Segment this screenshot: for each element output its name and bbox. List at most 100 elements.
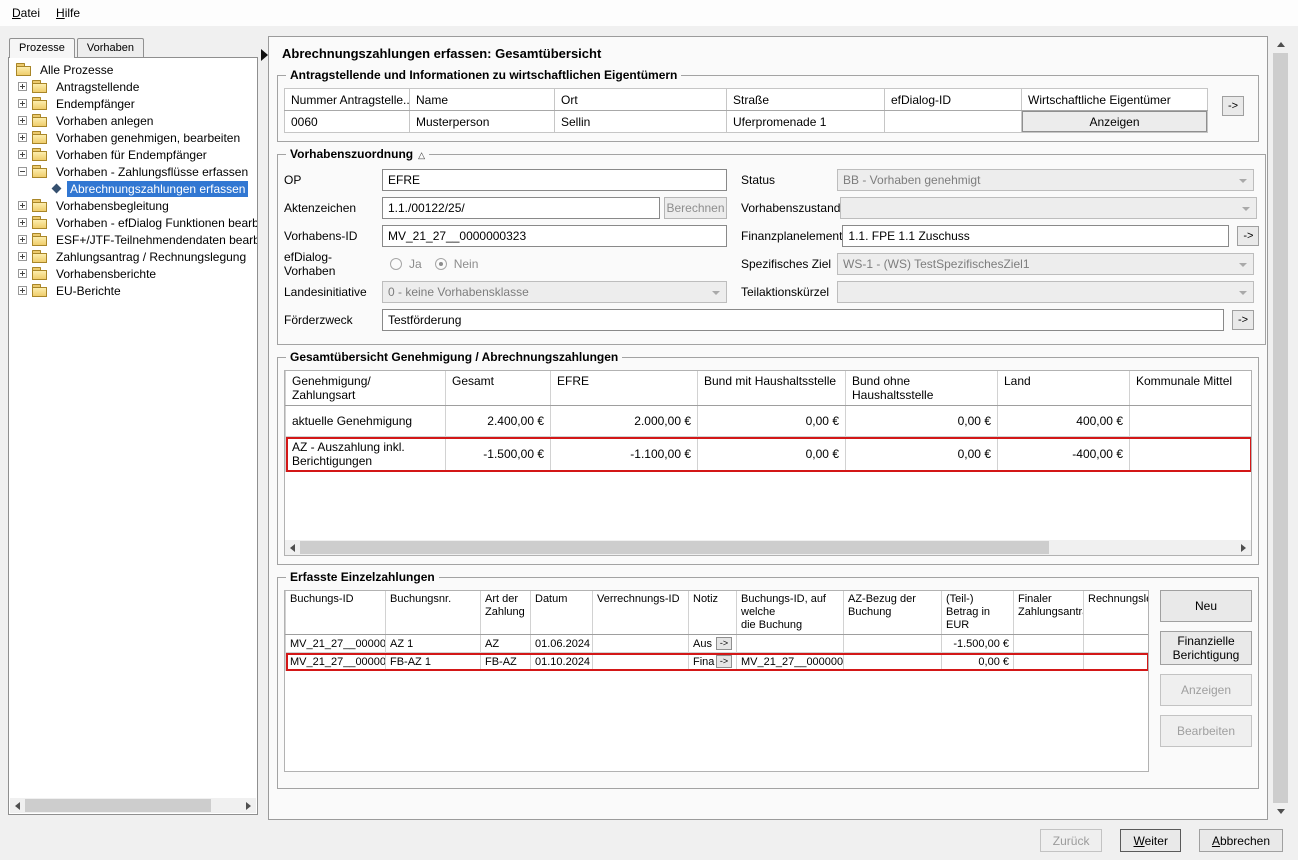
tree-item-vorhabensbegleitung[interactable]: Vorhabensbegleitung <box>11 197 257 214</box>
payments-section-title: Erfasste Einzelzahlungen <box>286 570 439 584</box>
tab-prozesse[interactable]: Prozesse <box>9 38 75 58</box>
expand-plus-icon[interactable] <box>18 252 27 261</box>
scroll-left-button[interactable] <box>285 540 300 555</box>
finanzplanelement-field[interactable]: 1.1. FPE 1.1 Zuschuss <box>842 225 1229 247</box>
expand-plus-icon[interactable] <box>18 235 27 244</box>
anzeigen-eigentuemer-button[interactable]: Anzeigen <box>1022 111 1207 132</box>
teilaktionskuerzel-dropdown[interactable] <box>837 281 1254 303</box>
aktenzeichen-field[interactable]: 1.1./00122/25/ <box>382 197 660 219</box>
sidebar: Prozesse Vorhaben Alle Prozesse Antragst… <box>8 38 258 815</box>
applicant-section: Antragstellende und Informationen zu wir… <box>277 68 1259 142</box>
op-field[interactable]: EFRE <box>382 169 727 191</box>
finanzielle-berichtigung-button[interactable]: Finanzielle Berichtigung <box>1160 631 1252 665</box>
expand-plus-icon[interactable] <box>18 269 27 278</box>
aktenzeichen-label: Aktenzeichen <box>284 201 382 215</box>
note-goto-button[interactable]: -> <box>716 637 732 650</box>
column-header: Buchungs-ID, auf welche die Buchung <box>737 591 844 635</box>
main-panel: Abrechnungszahlungen erfassen: Gesamtübe… <box>268 36 1268 820</box>
overview-row-genehmigung[interactable]: aktuelle Genehmigung 2.400,00 € 2.000,00… <box>286 406 1252 437</box>
scrollbar-thumb[interactable] <box>1273 53 1288 803</box>
menu-datei[interactable]: Datei <box>4 2 48 24</box>
tree-item-esf-jtf-teilnehmendendaten[interactable]: ESF+/JTF-Teilnehmendendaten bearbeiten <box>11 231 257 248</box>
overview-horizontal-scrollbar[interactable] <box>285 540 1251 555</box>
sidebar-horizontal-scrollbar[interactable] <box>10 798 256 813</box>
folder-icon <box>32 131 48 144</box>
tree-item-endempfaenger[interactable]: Endempfänger <box>11 95 257 112</box>
tree-item-zahlungsantrag[interactable]: Zahlungsantrag / Rechnungslegung <box>11 248 257 265</box>
folder-icon <box>32 114 48 127</box>
neu-button[interactable]: Neu <box>1160 590 1252 622</box>
expand-plus-icon[interactable] <box>18 116 27 125</box>
column-header: efDialog-ID <box>885 89 1022 111</box>
scroll-up-button[interactable] <box>1272 36 1289 53</box>
tree-item-vorhabensberichte[interactable]: Vorhabensberichte <box>11 265 257 282</box>
payment-row-az[interactable]: MV_21_27__000000 AZ 1 AZ 01.06.2024 Aus-… <box>286 635 1149 653</box>
bearbeiten-button[interactable]: Bearbeiten <box>1160 715 1252 747</box>
tree-item-vorhaben-anlegen[interactable]: Vorhaben anlegen <box>11 112 257 129</box>
wizard-navigation: Zurück Weiter Abbrechen <box>1040 829 1283 852</box>
assignment-section: Vorhabenszuordnung OP EFRE Status BB - V… <box>277 147 1266 345</box>
landesinitiative-dropdown[interactable]: 0 - keine Vorhabensklasse <box>382 281 727 303</box>
overview-table-container: Genehmigung/ Zahlungsart Gesamt EFRE Bun… <box>284 370 1252 556</box>
status-label: Status <box>741 173 837 187</box>
abbrechen-button[interactable]: Abbrechen <box>1199 829 1283 852</box>
column-header: Genehmigung/ Zahlungsart <box>286 371 446 406</box>
tree-item-antragstellende[interactable]: Antragstellende <box>11 78 257 95</box>
berechnen-button[interactable]: Berechnen <box>664 197 727 219</box>
scrollbar-thumb[interactable] <box>25 799 211 812</box>
anzeigen-button[interactable]: Anzeigen <box>1160 674 1252 706</box>
status-dropdown[interactable]: BB - Vorhaben genehmigt <box>837 169 1254 191</box>
scroll-right-button[interactable] <box>1236 540 1251 555</box>
tree-item-abrechnungszahlungen[interactable]: Abrechnungszahlungen erfassen <box>11 180 257 197</box>
expand-plus-icon[interactable] <box>18 133 27 142</box>
tree-item-alle-prozesse[interactable]: Alle Prozesse <box>11 61 257 78</box>
collapse-section-icon[interactable] <box>418 147 425 161</box>
vorhabenszustand-dropdown[interactable] <box>840 197 1257 219</box>
tree-item-eu-berichte[interactable]: EU-Berichte <box>11 282 257 299</box>
folder-icon <box>32 216 48 229</box>
tab-vorhaben[interactable]: Vorhaben <box>77 38 144 57</box>
overview-section-title: Gesamtübersicht Genehmigung / Abrechnung… <box>286 350 622 364</box>
expand-plus-icon[interactable] <box>18 99 27 108</box>
foerderzweck-field[interactable]: Testförderung <box>382 309 1224 331</box>
tree-item-vorhaben-genehmigen[interactable]: Vorhaben genehmigen, bearbeiten <box>11 129 257 146</box>
expand-plus-icon[interactable] <box>18 201 27 210</box>
menu-hilfe[interactable]: Hilfe <box>48 2 88 24</box>
vorhabenszustand-label: Vorhabenszustand <box>741 201 840 215</box>
weiter-button[interactable]: Weiter <box>1120 829 1180 852</box>
payment-row-fb-az-highlighted[interactable]: MV_21_27__000000 FB-AZ 1 FB-AZ 01.10.202… <box>286 653 1149 671</box>
expand-plus-icon[interactable] <box>18 150 27 159</box>
scroll-right-button[interactable] <box>241 798 256 813</box>
expand-plus-icon[interactable] <box>18 218 27 227</box>
foerderzweck-goto-button[interactable]: -> <box>1232 310 1254 330</box>
zurueck-button[interactable]: Zurück <box>1040 829 1103 852</box>
overview-row-auszahlung-highlighted[interactable]: AZ - Auszahlung inkl. Berichtigungen -1.… <box>286 437 1252 472</box>
splitter-collapse-icon[interactable] <box>261 49 268 61</box>
vorhabens-id-field[interactable]: MV_21_27__0000000323 <box>382 225 727 247</box>
payment-action-buttons: Neu Finanzielle Berichtigung Anzeigen Be… <box>1160 590 1252 747</box>
tree-item-efdialog-funktionen[interactable]: Vorhaben - efDialog Funktionen bearbeite… <box>11 214 257 231</box>
teilaktionskuerzel-label: Teilaktionskürzel <box>741 285 837 299</box>
scroll-down-button[interactable] <box>1272 803 1289 820</box>
scrollbar-thumb[interactable] <box>300 541 1049 554</box>
applicant-row[interactable]: 0060 Musterperson Sellin Uferpromenade 1… <box>285 111 1208 133</box>
column-header: Verrechnungs-ID <box>593 591 689 635</box>
applicant-goto-button[interactable]: -> <box>1222 96 1244 116</box>
note-goto-button[interactable]: -> <box>716 655 732 668</box>
expand-plus-icon[interactable] <box>18 82 27 91</box>
expand-plus-icon[interactable] <box>18 286 27 295</box>
tree-item-zahlungsfluesse[interactable]: Vorhaben - Zahlungsflüsse erfassen <box>11 163 257 180</box>
finanzplanelement-goto-button[interactable]: -> <box>1237 226 1259 246</box>
spezifisches-ziel-dropdown[interactable]: WS-1 - (WS) TestSpezifischesZiel1 <box>837 253 1254 275</box>
main-vertical-scrollbar[interactable] <box>1272 36 1289 820</box>
radio-ja[interactable] <box>390 258 402 270</box>
page-title: Abrechnungszahlungen erfassen: Gesamtübe… <box>269 37 1267 63</box>
radio-nein[interactable] <box>435 258 447 270</box>
finanzplanelement-label: Finanzplanelement <box>741 229 842 243</box>
scroll-left-button[interactable] <box>10 798 25 813</box>
folder-icon <box>16 63 32 76</box>
tree-item-vorhaben-endempfaenger[interactable]: Vorhaben für Endempfänger <box>11 146 257 163</box>
leaf-node-icon <box>52 184 62 194</box>
collapse-minus-icon[interactable] <box>18 167 27 176</box>
efdialog-radio-group: Ja Nein <box>390 257 727 271</box>
